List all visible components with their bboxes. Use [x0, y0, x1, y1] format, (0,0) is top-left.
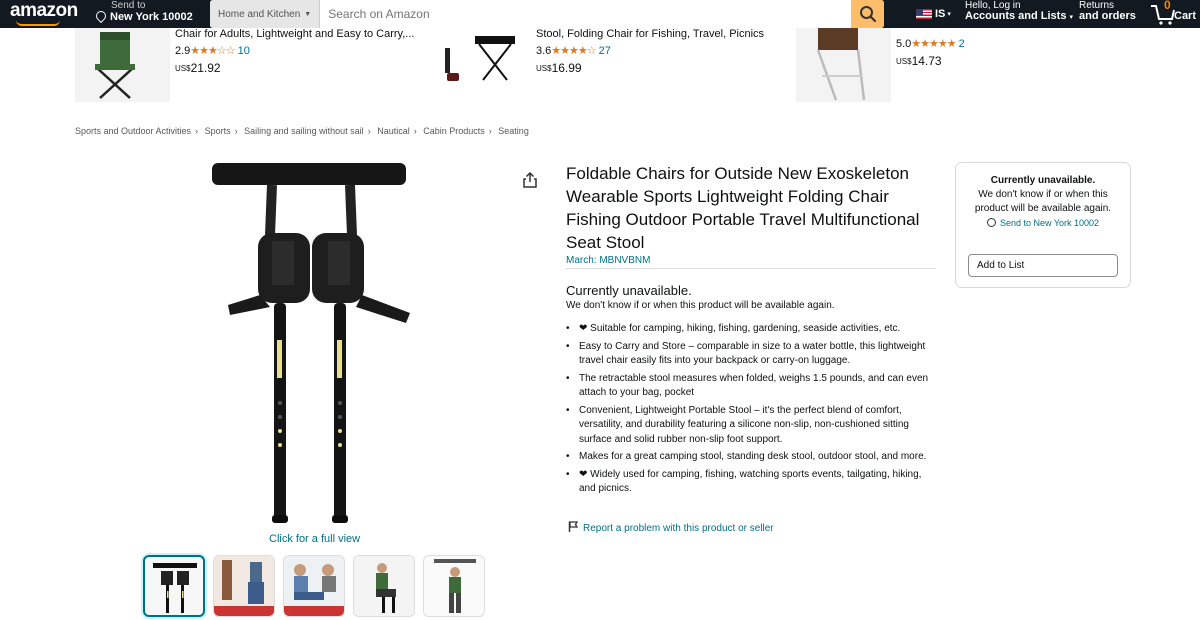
brand-link[interactable]: March: MBNVBNM: [566, 255, 650, 266]
chevron-right-icon: ›: [488, 126, 492, 136]
availability-status: Currently unavailable.: [566, 283, 692, 298]
account-menu[interactable]: Hello, Log in Accounts and Lists ▾: [965, 0, 1073, 23]
feature-bullet: Easy to Carry and Store – comparable in …: [566, 340, 938, 369]
us-flag-icon: [916, 9, 932, 19]
cart-label: Cart: [1174, 10, 1197, 22]
deliver-to-label: Send to: [111, 0, 146, 11]
language-label: IS: [935, 8, 946, 20]
buybox-note: We don't know if or when this product wi…: [974, 189, 1112, 214]
thumbnail-1[interactable]: [143, 555, 205, 617]
chevron-right-icon: ›: [195, 126, 199, 136]
star-rating-icon: ★★★☆☆: [190, 45, 235, 57]
feature-bullet: Convenient, Lightweight Portable Stool –…: [566, 404, 938, 448]
thumbnail-3[interactable]: [283, 555, 345, 617]
location-pin-icon: [93, 8, 109, 24]
sponsored-product-2[interactable]: Stool, Folding Chair for Fishing, Travel…: [536, 28, 764, 75]
deliver-to[interactable]: Send to New York 10002: [93, 0, 193, 24]
breadcrumb-item[interactable]: Seating: [498, 126, 529, 136]
buybox-status: Currently unavailable.: [990, 175, 1096, 186]
returns-orders[interactable]: Returns and orders: [1079, 0, 1136, 22]
breadcrumb-item[interactable]: Nautical: [377, 126, 410, 136]
sponsored-title[interactable]: Chair for Adults, Lightweight and Easy t…: [175, 28, 414, 40]
price-value: 16.99: [551, 61, 582, 75]
breadcrumb-item[interactable]: Sailing and sailing without sail: [244, 126, 364, 136]
buybox-send-to[interactable]: Send to New York 10002: [956, 218, 1130, 228]
thumbnail-4[interactable]: [353, 555, 415, 617]
chevron-right-icon: ›: [234, 126, 238, 136]
chevron-down-icon: ▼: [304, 10, 312, 18]
breadcrumb: Sports and Outdoor Activities › Sports › S…: [75, 126, 529, 136]
search-icon: [859, 6, 876, 23]
account-lists-label: Accounts and Lists: [965, 10, 1067, 22]
chevron-right-icon: ›: [367, 126, 371, 136]
search-category-dropdown[interactable]: Home and Kitchen ▼: [210, 0, 321, 28]
sponsored-product-image-1[interactable]: [75, 28, 170, 102]
report-problem-link[interactable]: Report a problem with this product or se…: [568, 521, 774, 534]
amazon-logo[interactable]: amazon: [10, 0, 78, 22]
search-bar: Home and Kitchen ▼: [210, 0, 884, 28]
chevron-right-icon: ›: [413, 126, 417, 136]
send-to-location: New York 10002: [1033, 218, 1100, 228]
buy-box: Currently unavailable. We don't know if …: [955, 162, 1131, 288]
price-value: 14.73: [911, 54, 942, 68]
thumbnail-5[interactable]: [423, 555, 485, 617]
chevron-down-icon: ▾: [1069, 14, 1074, 21]
breadcrumb-item[interactable]: Cabin Products: [423, 126, 485, 136]
sponsored-title[interactable]: Stool, Folding Chair for Fishing, Travel…: [536, 28, 764, 40]
sponsored-product-3[interactable]: 5.0★★★★★ 2 US$14.73: [896, 28, 965, 68]
report-problem-label: Report a problem with this product or se…: [583, 523, 774, 534]
thumbnail-strip: [143, 555, 485, 617]
search-button[interactable]: [851, 0, 884, 28]
availability-note: We don't know if or when this product wi…: [566, 300, 835, 311]
flag-icon: [568, 521, 579, 532]
language-selector[interactable]: IS ▾: [916, 8, 951, 20]
deliver-location: New York 10002: [110, 11, 193, 23]
thumbnail-2[interactable]: [213, 555, 275, 617]
feature-bullet: Makes for a great camping stool, standin…: [566, 450, 938, 465]
feature-bullets: ❤ Suitable for camping, hiking, fishing,…: [566, 322, 938, 500]
price-value: 21.92: [190, 61, 221, 75]
search-input[interactable]: [320, 0, 851, 28]
rating-value: 3.6: [536, 45, 552, 57]
main-product-image[interactable]: [200, 155, 420, 530]
feature-bullet: The retractable stool measures when fold…: [566, 372, 938, 401]
sponsored-product-image-3[interactable]: [796, 28, 891, 102]
star-rating-icon: ★★★★★: [911, 38, 956, 50]
orders-label: and orders: [1079, 10, 1136, 22]
add-to-list-button[interactable]: Add to List: [968, 254, 1118, 277]
product-title: Foldable Chairs for Outside New Exoskele…: [566, 164, 920, 252]
price-currency: US$: [896, 57, 912, 66]
send-to-label: Send to: [999, 218, 1031, 228]
sponsored-product-image-2[interactable]: [435, 28, 530, 102]
cart-button[interactable]: 0 Cart: [1150, 0, 1200, 28]
price-currency: US$: [536, 64, 552, 73]
price-currency: US$: [175, 64, 191, 73]
cart-count: 0: [1164, 0, 1171, 12]
feature-bullet: ❤ Suitable for camping, hiking, fishing,…: [566, 322, 938, 337]
cart-icon: [1151, 5, 1175, 25]
breadcrumb-item[interactable]: Sports: [205, 126, 231, 136]
review-count[interactable]: 27: [599, 45, 611, 57]
rating-value: 2.9: [175, 45, 191, 57]
share-icon[interactable]: [523, 171, 537, 193]
breadcrumb-item[interactable]: Sports and Outdoor Activities: [75, 126, 191, 136]
rating-value: 5.0: [896, 38, 912, 50]
logo-smile-icon: [16, 20, 60, 26]
full-view-link[interactable]: Click for a full view: [269, 533, 360, 545]
star-rating-icon: ★★★★☆: [551, 45, 596, 57]
feature-bullet: ❤ Widely used for camping, fishing, watc…: [566, 468, 938, 497]
review-count[interactable]: 2: [959, 38, 965, 50]
top-nav: amazon Send to New York 10002 Home and K…: [0, 0, 1200, 28]
review-count[interactable]: 10: [238, 45, 250, 57]
location-pin-icon: [986, 218, 996, 227]
divider: [566, 268, 936, 269]
search-category-label: Home and Kitchen: [218, 8, 301, 20]
chevron-down-icon: ▾: [947, 11, 951, 18]
sponsored-product-1[interactable]: Chair for Adults, Lightweight and Easy t…: [175, 28, 414, 75]
